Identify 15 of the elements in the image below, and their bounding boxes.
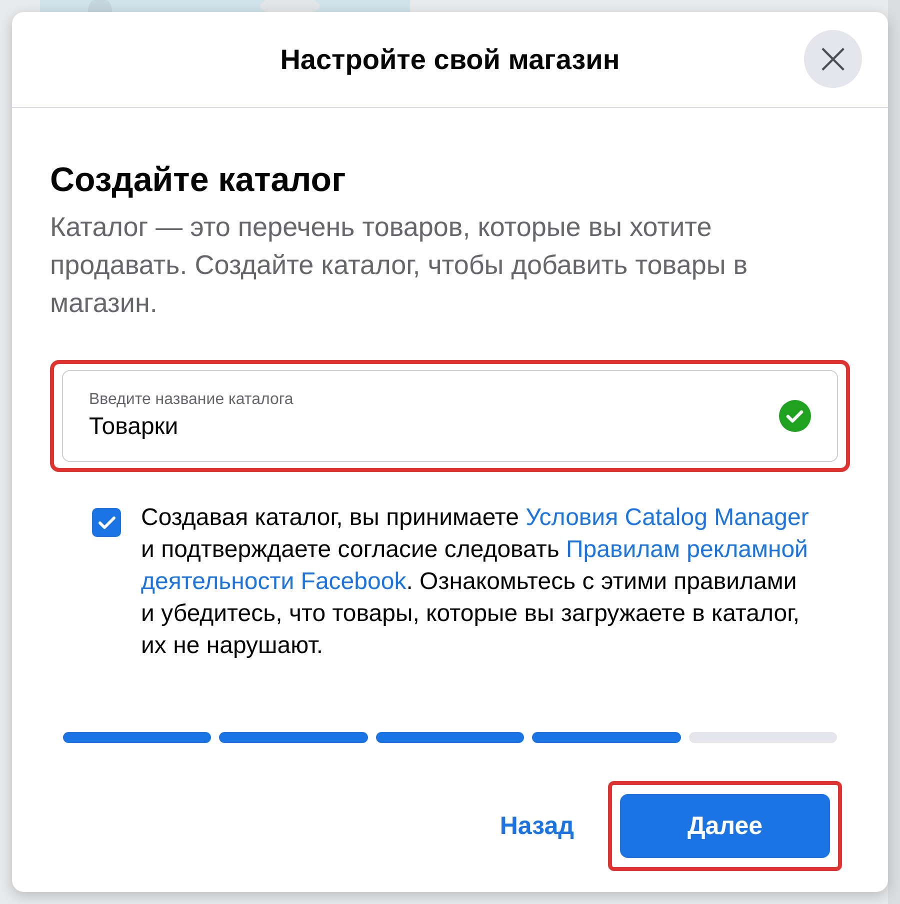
terms-link[interactable]: Правилам рекламной (566, 536, 808, 563)
consent-checkbox[interactable] (92, 508, 121, 537)
terms-link[interactable]: Условия Catalog Manager (526, 504, 809, 531)
heading: Создайте каталог (50, 160, 347, 201)
check-icon (98, 516, 116, 530)
description: Каталог — это перечень товаров, которые вы хотите продавать. Создайте каталог, чтобы добавить товары в магазин. (50, 211, 749, 320)
terms-link[interactable]: деятельности Facebook (141, 568, 406, 595)
next-button[interactable]: Далее (620, 794, 830, 858)
consent-text: Создавая каталог, вы принимаете Условия Catalog Manager и подтверждаете согласие следовать Правилам рекламной деятельности Facebook. Ознакомьтесь с этими правилами и убедитесь, что товары, которые вы загружаете в каталог, их не нарушают. (141, 503, 810, 661)
dialog-title: Настройте свой магазин (280, 44, 620, 76)
field-label: Введите название каталога (89, 391, 294, 409)
catalog-name-input[interactable]: Товарки (89, 413, 779, 441)
catalog-name-field[interactable]: Введите название каталога Товарки (62, 370, 838, 462)
back-button[interactable]: Назад (500, 812, 574, 840)
close-button[interactable]: × (804, 30, 862, 88)
